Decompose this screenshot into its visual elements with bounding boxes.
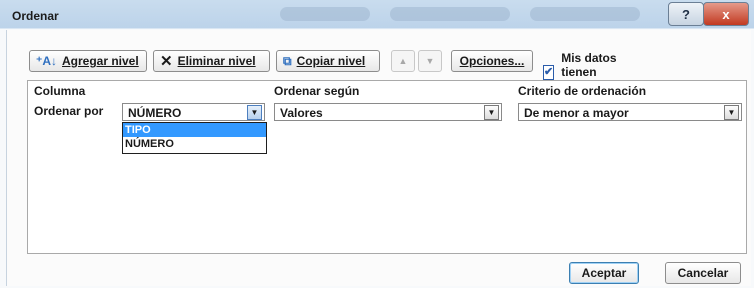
sort-on-header: Ordenar según — [274, 84, 360, 98]
add-level-icon: ⁺A↓ — [36, 54, 57, 68]
copy-level-button[interactable]: ⧉ Copiar nivel — [276, 50, 380, 72]
ok-button[interactable]: Aceptar — [569, 262, 639, 284]
dropdown-option[interactable]: TIPO — [123, 123, 266, 137]
delete-icon: ✕ — [160, 53, 173, 70]
title-bar: Ordenar ? x — [0, 0, 754, 30]
chevron-down-icon[interactable]: ▼ — [724, 105, 739, 120]
close-icon: x — [722, 6, 730, 22]
delete-level-button[interactable]: ✕ Eliminar nivel — [153, 50, 270, 72]
chevron-down-icon[interactable]: ▼ — [484, 105, 499, 120]
order-select[interactable]: De menor a mayor ▼ — [518, 103, 742, 121]
move-down-icon: ▼ — [425, 56, 435, 66]
headers-checkbox[interactable]: ✔ — [543, 64, 555, 80]
sort-levels-grid: Columna Ordenar según Criterio de ordena… — [27, 80, 747, 254]
add-level-button[interactable]: ⁺A↓ Agregar nivel — [29, 50, 147, 72]
close-button[interactable]: x — [703, 2, 749, 26]
move-down-button[interactable]: ▼ — [418, 50, 442, 72]
copy-icon: ⧉ — [283, 53, 292, 68]
help-icon: ? — [682, 6, 690, 22]
move-up-button[interactable]: ▲ — [391, 50, 415, 72]
sort-dialog: Ordenar ? x ⁺A↓ Agregar nivel ✕ Eliminar… — [0, 0, 754, 288]
blurred-background — [280, 7, 370, 21]
options-button[interactable]: Opciones... — [451, 50, 533, 72]
blurred-background — [390, 7, 510, 21]
cancel-button[interactable]: Cancelar — [665, 262, 741, 284]
dialog-title: Ordenar — [12, 9, 59, 23]
column-select[interactable]: NÚMERO ▼ — [122, 103, 265, 121]
sort-by-label: Ordenar por — [34, 104, 104, 118]
order-header: Criterio de ordenación — [518, 84, 647, 98]
sort-on-select[interactable]: Valores ▼ — [274, 103, 502, 121]
dialog-body: ⁺A↓ Agregar nivel ✕ Eliminar nivel ⧉ Cop… — [6, 30, 751, 286]
dropdown-option[interactable]: NÚMERO — [123, 137, 266, 151]
chevron-down-icon[interactable]: ▼ — [247, 105, 262, 120]
blurred-background — [530, 7, 640, 21]
column-dropdown-list: TIPO NÚMERO — [122, 122, 267, 154]
move-up-icon: ▲ — [398, 56, 408, 66]
column-header: Columna — [34, 84, 86, 98]
help-button[interactable]: ? — [668, 2, 704, 26]
